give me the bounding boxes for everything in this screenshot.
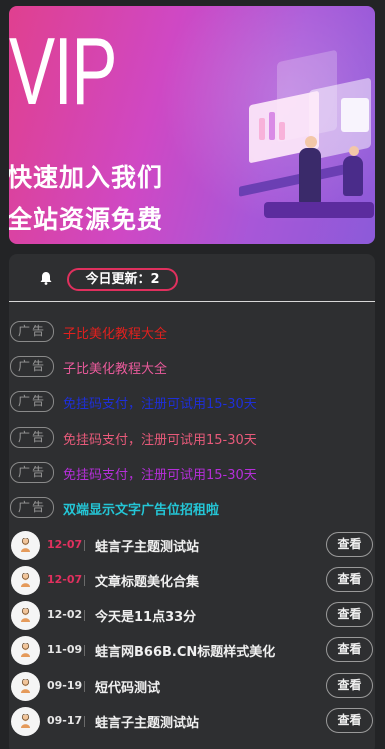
banner-base	[264, 202, 374, 218]
ad-text[interactable]: 双端显示文字广告位招租啦	[63, 499, 219, 518]
view-button[interactable]: 查看	[326, 637, 373, 662]
post-item[interactable]: 09-19 短代码测试 查看	[9, 672, 375, 703]
ad-text[interactable]: 免挂码支付，注册可试用15-30天	[63, 393, 257, 412]
date-separator	[84, 681, 85, 692]
avatar	[11, 672, 40, 701]
date-separator	[84, 540, 85, 551]
view-button[interactable]: 查看	[326, 602, 373, 627]
banner-slogan-1: 快速加入我们	[9, 163, 164, 192]
user-avatar-icon	[21, 643, 30, 657]
date-separator	[84, 575, 85, 586]
ad-item[interactable]: 广告 免挂码支付，注册可试用15-30天	[10, 462, 370, 484]
ad-item[interactable]: 广告 免挂码支付，注册可试用15-30天	[10, 427, 370, 449]
avatar	[11, 566, 40, 595]
today-update-badge[interactable]: 今日更新：2	[67, 268, 178, 291]
post-item[interactable]: 12-07 文章标题美化合集 查看	[9, 566, 375, 597]
view-button[interactable]: 查看	[326, 532, 373, 557]
ad-text[interactable]: 免挂码支付，注册可试用15-30天	[63, 429, 257, 448]
post-title[interactable]: 蛙言子主题测试站	[95, 712, 199, 731]
post-date: 09-19	[47, 679, 83, 692]
user-avatar-icon	[21, 608, 30, 622]
post-item[interactable]: 12-02 今天是11点33分 查看	[9, 601, 375, 632]
post-item[interactable]: 11-09 蛙言网B66B.CN标题样式美化 查看	[9, 636, 375, 667]
post-date: 12-02	[47, 608, 83, 621]
banner-chart-bar	[279, 122, 285, 140]
user-avatar-icon	[21, 714, 30, 728]
banner-person-head	[305, 136, 317, 148]
post-item[interactable]: 09-17 蛙言子主题测试站 查看	[9, 707, 375, 738]
avatar	[11, 601, 40, 630]
post-date: 11-09	[47, 643, 83, 656]
ad-tag: 广告	[10, 427, 54, 448]
post-title[interactable]: 短代码测试	[95, 677, 160, 696]
banner-card	[341, 98, 369, 132]
avatar	[11, 707, 40, 736]
ad-tag: 广告	[10, 356, 54, 377]
view-button[interactable]: 查看	[326, 673, 373, 698]
view-button[interactable]: 查看	[326, 708, 373, 733]
banner-slogan-2: 全站资源免费	[9, 205, 164, 234]
ad-item[interactable]: 广告 子比美化教程大全	[10, 356, 370, 378]
ad-text[interactable]: 子比美化教程大全	[63, 323, 167, 342]
ad-tag: 广告	[10, 321, 54, 342]
bell-icon	[40, 272, 52, 285]
user-avatar-icon	[21, 573, 30, 587]
ad-item[interactable]: 广告 免挂码支付，注册可试用15-30天	[10, 391, 370, 413]
vip-banner[interactable]: VIP 快速加入我们 全站资源免费	[9, 6, 375, 244]
banner-person-head	[349, 146, 359, 156]
user-avatar-icon	[21, 679, 30, 693]
ad-item[interactable]: 广告 双端显示文字广告位招租啦	[10, 497, 370, 519]
date-separator	[84, 716, 85, 727]
view-button[interactable]: 查看	[326, 567, 373, 592]
ad-item[interactable]: 广告 子比美化教程大全	[10, 321, 370, 343]
ad-text[interactable]: 子比美化教程大全	[63, 358, 167, 377]
post-date: 12-07	[47, 538, 83, 551]
ad-tag: 广告	[10, 391, 54, 412]
post-item[interactable]: 12-07 蛙言子主题测试站 查看	[9, 531, 375, 562]
post-title[interactable]: 蛙言子主题测试站	[95, 536, 199, 555]
post-title[interactable]: 文章标题美化合集	[95, 571, 199, 590]
banner-chart-bar	[259, 118, 265, 140]
avatar	[11, 636, 40, 665]
today-update-row: 今日更新：2	[9, 254, 375, 301]
content-panel: 今日更新：2 广告 子比美化教程大全 广告 子比美化教程大全 广告 免挂码支付，…	[9, 254, 375, 749]
date-separator	[84, 610, 85, 621]
user-avatar-icon	[21, 538, 30, 552]
banner-person	[343, 156, 363, 196]
ad-text[interactable]: 免挂码支付，注册可试用15-30天	[63, 464, 257, 483]
post-title[interactable]: 今天是11点33分	[95, 606, 196, 625]
post-title[interactable]: 蛙言网B66B.CN标题样式美化	[95, 641, 275, 660]
ad-tag: 广告	[10, 497, 54, 518]
date-separator	[84, 645, 85, 656]
ad-tag: 广告	[10, 462, 54, 483]
post-date: 09-17	[47, 714, 83, 727]
avatar	[11, 531, 40, 560]
banner-chart-bar	[269, 112, 275, 140]
post-date: 12-07	[47, 573, 83, 586]
banner-person	[299, 148, 321, 204]
divider	[9, 301, 375, 302]
banner-vip-text: VIP	[9, 18, 118, 125]
